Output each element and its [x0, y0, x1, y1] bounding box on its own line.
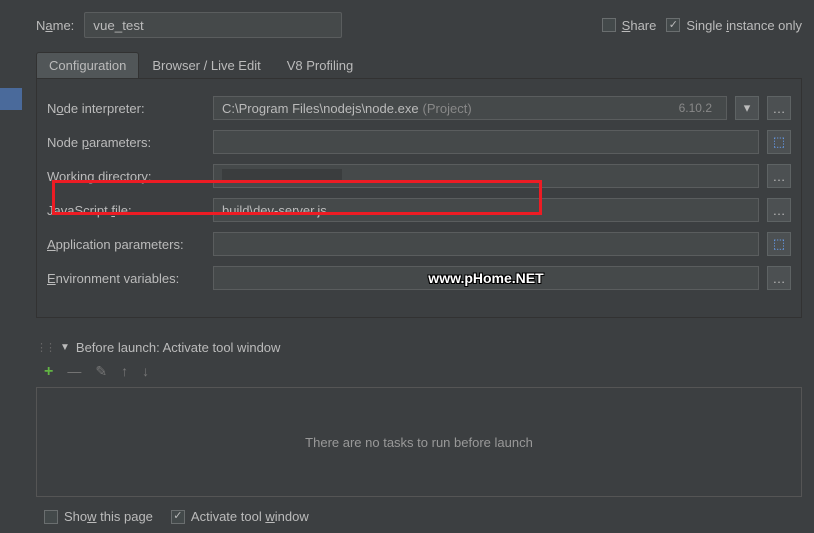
selected-config-tab[interactable] — [0, 88, 22, 110]
name-label: Name: — [36, 18, 74, 33]
config-tabs: Configuration Browser / Live Edit V8 Pro… — [36, 52, 802, 79]
environment-variables-browse-button[interactable]: … — [767, 266, 791, 290]
tab-configuration[interactable]: Configuration — [36, 52, 139, 78]
grip-icon[interactable]: ⋮⋮ — [36, 341, 54, 354]
move-down-button[interactable]: ↓ — [142, 363, 149, 381]
application-parameters-expand-button[interactable]: ⬚ — [767, 232, 791, 256]
node-parameters-label: Node parameters: — [47, 135, 205, 150]
environment-variables-label: Environment variables: — [47, 271, 205, 286]
add-task-button[interactable]: + — [44, 363, 53, 381]
edit-task-button[interactable]: ✎ — [95, 363, 107, 381]
show-this-page-checkbox[interactable]: Show this page — [44, 509, 153, 524]
javascript-file-browse-button[interactable]: … — [767, 198, 791, 222]
interpreter-browse-button[interactable]: … — [767, 96, 791, 120]
tab-browser[interactable]: Browser / Live Edit — [139, 52, 273, 78]
application-parameters-label: Application parameters: — [47, 237, 205, 252]
activate-tool-window-checkbox[interactable]: Activate tool window — [171, 509, 309, 524]
javascript-file-label: JavaScript file: — [47, 203, 205, 218]
before-launch-title: Before launch: Activate tool window — [76, 340, 281, 355]
remove-task-button[interactable]: — — [67, 363, 81, 381]
tasks-empty-text: There are no tasks to run before launch — [305, 435, 533, 450]
working-directory-browse-button[interactable]: … — [767, 164, 791, 188]
environment-variables-field[interactable]: www.pHome.NET — [213, 266, 759, 290]
share-checkbox[interactable]: Share — [602, 18, 657, 33]
node-parameters-field[interactable] — [213, 130, 759, 154]
collapse-icon[interactable]: ▼ — [60, 342, 70, 353]
single-instance-checkbox[interactable]: Single instance only — [666, 18, 802, 33]
node-interpreter-field[interactable]: C:\Program Files\nodejs\node.exe (Projec… — [213, 96, 727, 120]
move-up-button[interactable]: ↑ — [121, 363, 128, 381]
interpreter-dropdown-button[interactable]: ▾ — [735, 96, 759, 120]
working-directory-label: Working directory: — [47, 169, 205, 184]
tasks-list: There are no tasks to run before launch — [36, 387, 802, 497]
name-input[interactable] — [84, 12, 342, 38]
working-directory-field[interactable] — [213, 164, 759, 188]
watermark-text: www.pHome.NET — [428, 270, 543, 286]
node-parameters-expand-button[interactable]: ⬚ — [767, 130, 791, 154]
application-parameters-field[interactable] — [213, 232, 759, 256]
javascript-file-field[interactable]: build\dev-server.js — [213, 198, 759, 222]
tab-v8[interactable]: V8 Profiling — [274, 52, 366, 78]
node-interpreter-label: Node interpreter: — [47, 101, 205, 116]
